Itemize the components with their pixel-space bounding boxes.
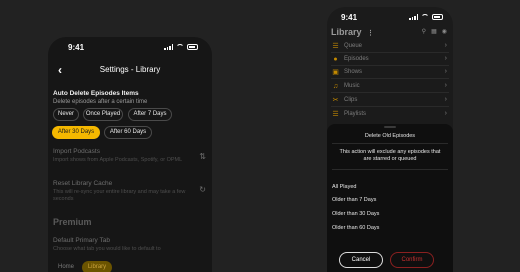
- library-title-label: Library: [331, 27, 362, 37]
- chevron-right-icon: ›: [444, 55, 447, 62]
- option-after-30-days[interactable]: After 30 Days: [52, 126, 100, 139]
- canvas: 9:41 ‹ Settings - Library Auto Delete Ep…: [0, 0, 520, 272]
- library-toolbar: ⚲ ▦ ◉: [422, 28, 447, 35]
- microphone-icon: ●: [333, 56, 338, 63]
- divider: [332, 169, 448, 170]
- option-older-7-days[interactable]: Older than 7 Days: [332, 197, 376, 203]
- sort-arrows-icon[interactable]: ⇅: [199, 152, 206, 161]
- default-tab-subtitle: Choose what tab you would like to defaul…: [53, 246, 161, 252]
- grid-icon[interactable]: ▦: [431, 28, 437, 35]
- library-item-label: Episodes: [344, 56, 369, 62]
- sheet-message: This action will exclude any episodes th…: [339, 149, 441, 162]
- library-title[interactable]: Library ⋮: [331, 27, 374, 37]
- import-podcasts-subtitle: Import shows from Apple Podcasts, Spotif…: [53, 157, 183, 163]
- library-item-label: Music: [344, 83, 360, 89]
- library-screen: 9:41 Library ⋮ ⚲ ▦ ◉ ☰ Queue › ● Episode…: [327, 7, 453, 272]
- reset-cache-icon[interactable]: ↻: [199, 185, 206, 194]
- import-podcasts-row[interactable]: Import Podcasts Import shows from Apple …: [53, 148, 183, 164]
- library-item-episodes[interactable]: ● Episodes ›: [327, 53, 453, 66]
- nav-bar: ‹ Settings - Library: [48, 63, 212, 77]
- divider: [331, 78, 449, 79]
- status-bar: 9:41: [48, 43, 212, 53]
- status-bar-right: 9:41: [327, 13, 453, 23]
- default-tab-row: Default Primary Tab Choose what tab you …: [53, 237, 203, 253]
- divider: [332, 143, 448, 144]
- option-all-played[interactable]: All Played: [332, 184, 356, 190]
- status-icons-right: [409, 14, 443, 20]
- more-vertical-icon[interactable]: ⋮: [367, 30, 374, 37]
- option-older-60-days[interactable]: Older than 60 Days: [332, 225, 379, 231]
- playlists-icon: ☰: [332, 111, 339, 118]
- chevron-right-icon: ›: [444, 82, 447, 89]
- sheet-title: Delete Old Episodes: [364, 133, 416, 139]
- library-item-queue[interactable]: ☰ Queue ›: [327, 40, 453, 53]
- wifi-icon: [421, 14, 429, 20]
- status-icons: [164, 44, 198, 50]
- chevron-right-icon: ›: [444, 42, 447, 49]
- signal-icon: [164, 44, 173, 50]
- library-item-music[interactable]: ♫ Music ›: [327, 80, 453, 93]
- divider: [331, 92, 449, 93]
- library-item-playlists[interactable]: ☰ Playlists ›: [327, 108, 453, 121]
- library-item-label: Shows: [344, 69, 363, 75]
- library-item-shows[interactable]: ▣ Shows ›: [327, 66, 453, 79]
- search-icon[interactable]: ⚲: [422, 28, 426, 35]
- option-once-played[interactable]: Once Played: [83, 108, 123, 121]
- delete-episodes-sheet: Delete Old Episodes This action will exc…: [327, 124, 453, 272]
- auto-delete-subtitle: Delete episodes after a certain time: [53, 99, 148, 105]
- library-item-label: Clips: [344, 97, 358, 103]
- option-after-7-days[interactable]: After 7 Days: [128, 108, 172, 121]
- reset-cache-row[interactable]: Reset Library Cache This will re-sync yo…: [53, 180, 189, 202]
- clips-icon: ✂: [332, 97, 339, 104]
- sheet-handle[interactable]: [384, 126, 396, 128]
- option-never[interactable]: Never: [53, 108, 79, 121]
- music-icon: ♫: [332, 83, 339, 90]
- signal-icon: [409, 14, 418, 20]
- settings-library-screen: 9:41 ‹ Settings - Library Auto Delete Ep…: [48, 37, 212, 272]
- bell-icon[interactable]: ◉: [442, 28, 447, 35]
- status-time-right: 9:41: [341, 13, 358, 22]
- import-podcasts-title: Import Podcasts: [53, 148, 100, 155]
- option-older-30-days[interactable]: Older than 30 Days: [332, 211, 379, 217]
- chevron-right-icon: ›: [444, 96, 447, 103]
- reset-cache-title: Reset Library Cache: [53, 180, 113, 187]
- library-item-label: Queue: [344, 43, 363, 49]
- chevron-right-icon: ›: [444, 68, 447, 75]
- queue-icon: ☰: [332, 43, 339, 50]
- battery-icon: [432, 14, 443, 20]
- library-item-label: Playlists: [344, 111, 367, 117]
- wifi-icon: [176, 44, 184, 50]
- auto-delete-title: Auto Delete Episodes Items: [53, 90, 139, 97]
- premium-heading: Premium: [53, 217, 92, 227]
- shows-icon: ▣: [332, 69, 339, 76]
- confirm-button[interactable]: Confirm: [390, 252, 434, 268]
- chevron-right-icon: ›: [444, 110, 447, 117]
- reset-cache-subtitle: This will re-sync your entire library an…: [53, 189, 186, 202]
- tab-library[interactable]: Library: [82, 261, 112, 272]
- divider: [331, 106, 449, 107]
- option-after-60-days[interactable]: After 60 Days: [104, 126, 152, 139]
- battery-icon: [187, 44, 198, 50]
- page-title: Settings - Library: [99, 65, 161, 74]
- library-item-clips[interactable]: ✂ Clips ›: [327, 94, 453, 107]
- default-tab-title: Default Primary Tab: [53, 237, 110, 244]
- tab-home[interactable]: Home: [53, 261, 79, 272]
- cancel-button[interactable]: Cancel: [339, 252, 383, 268]
- status-time: 9:41: [68, 43, 85, 52]
